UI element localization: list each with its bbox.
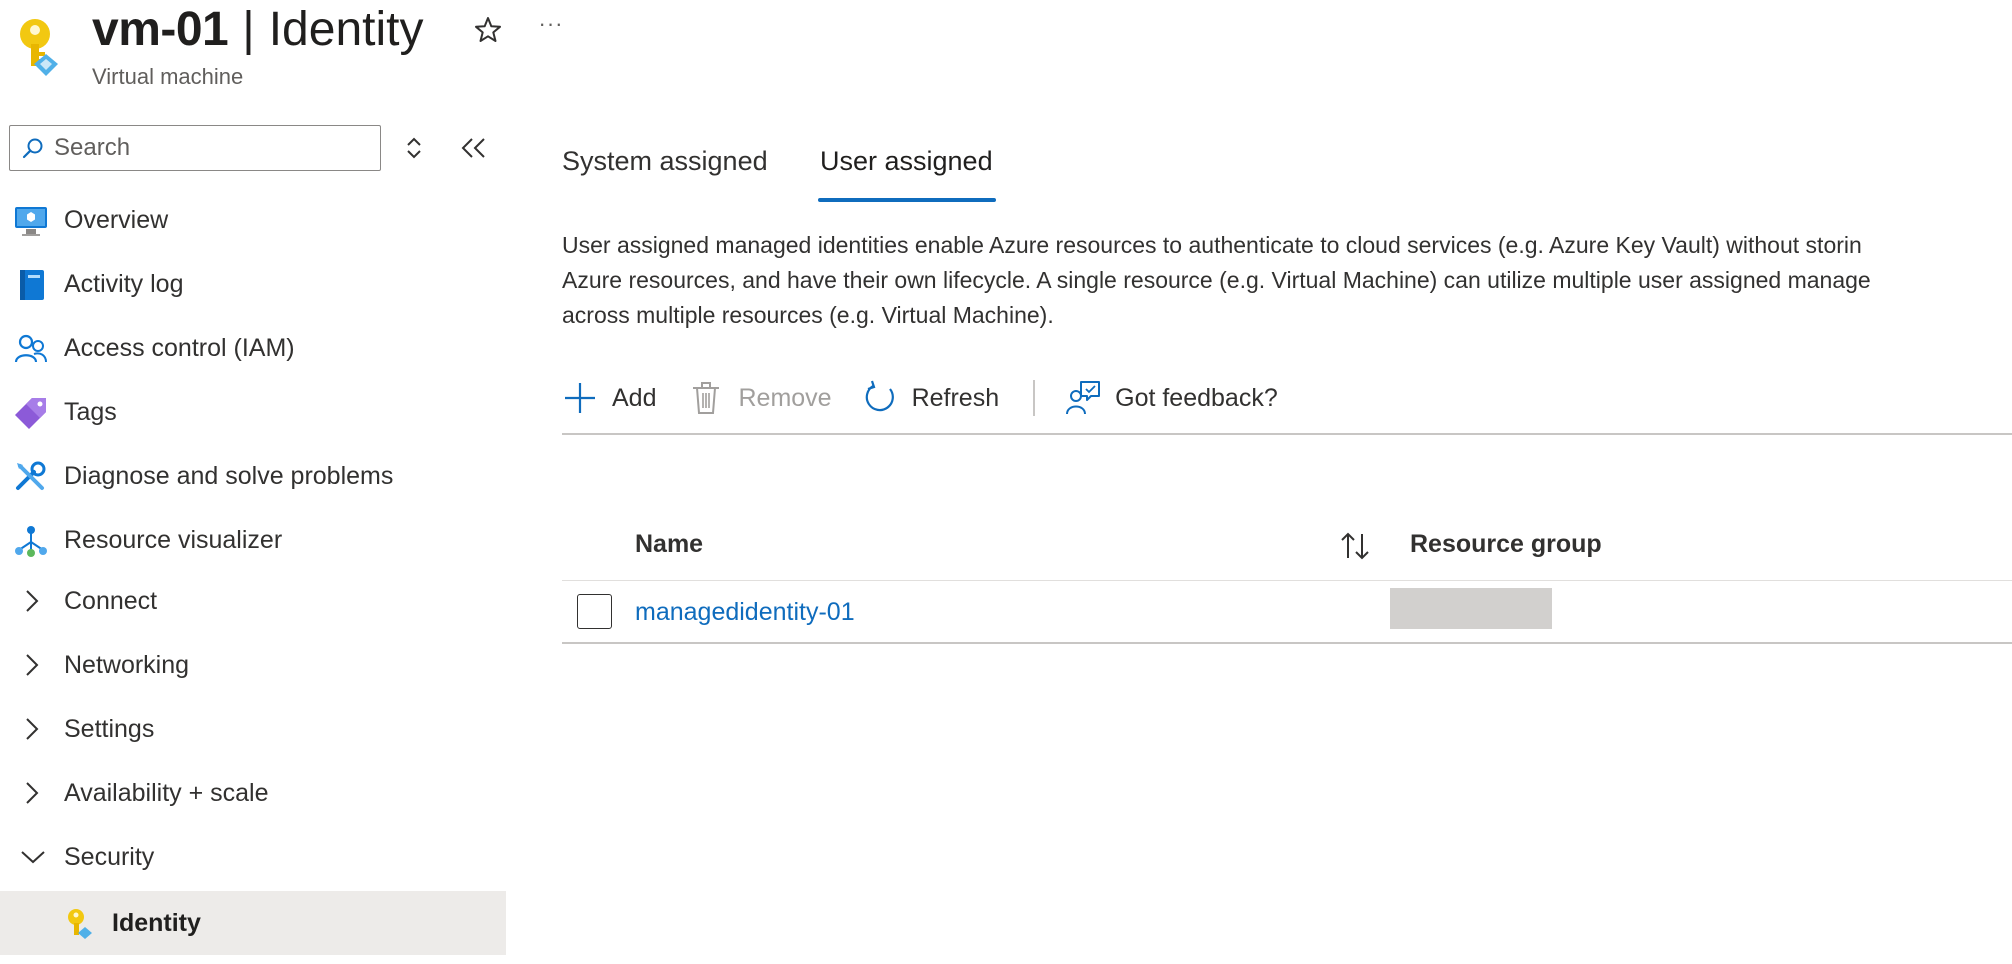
refresh-button[interactable]: Refresh [862,374,1000,422]
sidebar-item-security[interactable]: Security [0,827,506,887]
sidebar-item-label: Overview [64,205,169,234]
sidebar-item-overview[interactable]: Overview [0,190,506,250]
search-box[interactable] [9,125,381,171]
redacted-resource-group [1390,588,1552,629]
ellipsis-icon[interactable]: ··· [536,12,566,42]
hierarchy-icon [14,524,48,558]
sidebar-item-connect[interactable]: Connect [0,571,506,631]
sidebar-item-label: Diagnose and solve problems [64,461,394,490]
command-bar: Add Remove Refresh Got feedback? [562,374,1278,422]
sidebar-item-settings[interactable]: Settings [0,699,506,759]
sidebar-item-label: Settings [64,714,155,743]
add-label: Add [612,383,657,412]
sidebar-item-label: Networking [64,650,190,679]
key-identity-icon [64,907,94,941]
description-text: User assigned managed identities enable … [562,228,2012,333]
description-line: across multiple resources (e.g. Virtual … [562,302,1054,328]
description-line: User assigned managed identities enable … [562,232,1862,258]
sidebar-item-activity-log[interactable]: Activity log [0,254,506,314]
chevron-right-icon [22,653,42,677]
monitor-icon [14,204,48,238]
sort-icon[interactable] [1338,530,1372,562]
sidebar-item-access-control[interactable]: Access control (IAM) [0,318,506,378]
feedback-icon [1066,381,1101,415]
chevron-down-icon [20,847,46,867]
updown-chevron-icon[interactable] [400,134,428,162]
feedback-label: Got feedback? [1115,383,1278,412]
collapse-double-chevron-icon[interactable] [458,134,490,162]
identity-name-link[interactable]: managedidentity-01 [635,598,855,627]
sidebar-item-tags[interactable]: Tags [0,382,506,442]
feedback-button[interactable]: Got feedback? [1065,374,1278,422]
sidebar-item-label: Availability + scale [64,778,269,807]
resource-type-label: Virtual machine [92,64,244,89]
title-separator: | [242,2,255,56]
column-header-name[interactable]: Name [635,530,703,559]
search-icon [22,138,43,159]
plus-icon [565,383,595,413]
toolbar-divider-line [562,433,2012,435]
chevron-right-icon [22,717,42,741]
remove-button[interactable]: Remove [688,374,832,422]
people-icon [14,332,48,366]
description-line: Azure resources, and have their own life… [562,267,1871,293]
trash-icon [693,382,720,414]
sidebar-item-label: Security [64,842,155,871]
wrench-icon [14,460,48,494]
tag-icon [14,396,48,430]
sidebar-item-networking[interactable]: Networking [0,635,506,695]
tab-system-assigned[interactable]: System assigned [562,146,768,191]
add-button[interactable]: Add [562,374,656,422]
page-title: vm-01 | Identity [92,0,423,58]
toolbar-divider [1033,380,1036,416]
chevron-right-icon [22,781,42,805]
refresh-icon [865,380,894,412]
star-icon[interactable] [472,14,504,46]
search-input[interactable] [54,134,354,162]
table-header-divider [562,580,2012,581]
sidebar-item-diagnose[interactable]: Diagnose and solve problems [0,446,506,506]
blade-title: Identity [268,2,424,56]
sidebar-item-label: Resource visualizer [64,525,283,554]
selected-tab-indicator [818,198,996,202]
sidebar-item-resource-visualizer[interactable]: Resource visualizer [0,510,506,570]
key-identity-icon [18,14,58,78]
sidebar-item-label: Activity log [64,269,184,298]
sidebar-item-label: Connect [64,586,158,615]
resource-name: vm-01 [92,2,229,56]
sidebar-item-availability-scale[interactable]: Availability + scale [0,763,506,823]
remove-label: Remove [738,383,832,412]
sidebar-item-identity[interactable]: Identity [0,891,506,955]
chevron-right-icon [22,589,42,613]
row-checkbox[interactable] [577,594,612,629]
log-book-icon [14,268,48,302]
sidebar-item-label: Identity [112,908,201,937]
sidebar-item-label: Access control (IAM) [64,333,295,362]
sidebar-item-label: Tags [64,397,117,426]
table-row-divider [562,642,2012,644]
column-header-resource-group[interactable]: Resource group [1410,530,1602,559]
tab-user-assigned[interactable]: User assigned [820,146,993,191]
refresh-label: Refresh [911,383,1000,412]
